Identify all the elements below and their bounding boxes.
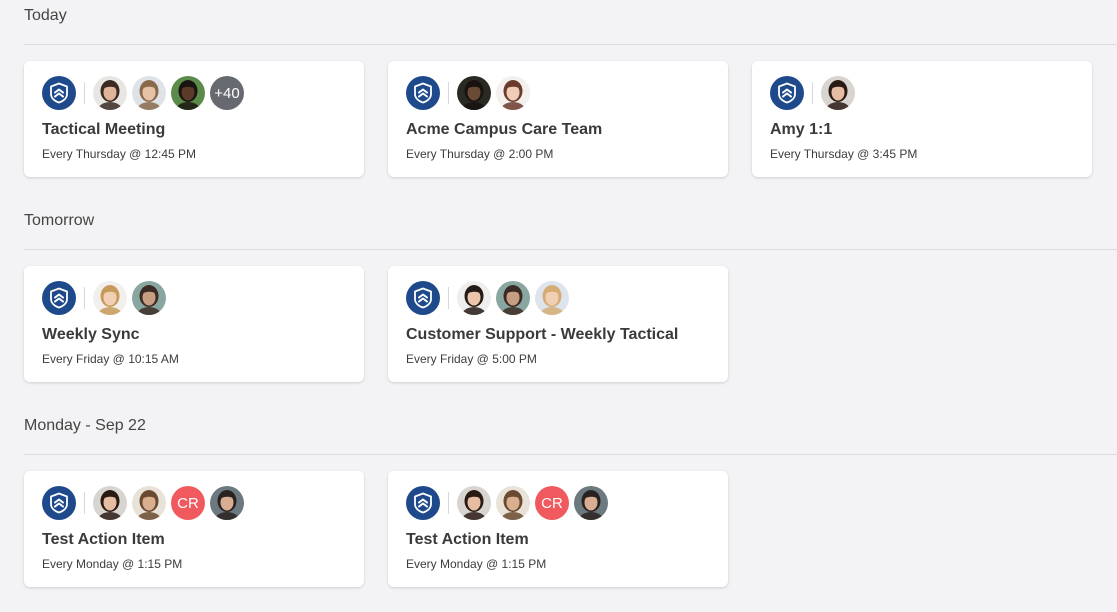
avatar[interactable] bbox=[210, 486, 244, 520]
separator bbox=[448, 492, 449, 514]
avatar[interactable] bbox=[93, 281, 127, 315]
team-logo-icon bbox=[42, 281, 76, 315]
meeting-card-header: CR bbox=[42, 486, 249, 520]
avatar[interactable] bbox=[457, 281, 491, 315]
attendee-avatars bbox=[457, 281, 574, 315]
team-logo-icon bbox=[42, 76, 76, 110]
team-logo-icon bbox=[42, 486, 76, 520]
shield-chevron-icon bbox=[50, 492, 68, 514]
attendee-avatars bbox=[821, 76, 860, 110]
separator bbox=[812, 82, 813, 104]
avatar[interactable] bbox=[496, 281, 530, 315]
meeting-card[interactable]: CR Test Action Item Every Monday @ 1:15 PM bbox=[24, 471, 364, 587]
meeting-schedule: Every Thursday @ 3:45 PM bbox=[770, 147, 918, 161]
attendee-avatars bbox=[93, 281, 171, 315]
separator bbox=[84, 287, 85, 309]
avatar[interactable] bbox=[821, 76, 855, 110]
meeting-title: Test Action Item bbox=[406, 531, 529, 548]
meeting-card[interactable]: +40 Tactical Meeting Every Thursday @ 12:4… bbox=[24, 61, 364, 177]
separator bbox=[448, 82, 449, 104]
shield-chevron-icon bbox=[414, 492, 432, 514]
meeting-schedule: Every Monday @ 1:15 PM bbox=[406, 557, 547, 571]
team-logo-icon bbox=[406, 281, 440, 315]
section-title: Monday - Sep 22 bbox=[24, 417, 146, 434]
meeting-title: Amy 1:1 bbox=[770, 121, 833, 138]
meeting-card-header: +40 bbox=[42, 76, 249, 110]
more-attendees-badge[interactable]: +40 bbox=[210, 76, 244, 110]
avatar[interactable] bbox=[496, 486, 530, 520]
team-logo-icon bbox=[406, 486, 440, 520]
avatar-initials[interactable]: CR bbox=[171, 486, 205, 520]
meeting-schedule: Every Monday @ 1:15 PM bbox=[42, 557, 183, 571]
avatar[interactable] bbox=[132, 281, 166, 315]
meeting-card[interactable]: Acme Campus Care Team Every Thursday @ 2:… bbox=[388, 61, 728, 177]
avatar[interactable] bbox=[93, 76, 127, 110]
meeting-schedule: Every Friday @ 10:15 AM bbox=[42, 352, 179, 366]
meeting-schedule: Every Friday @ 5:00 PM bbox=[406, 352, 537, 366]
attendee-avatars: CR bbox=[457, 486, 613, 520]
separator bbox=[84, 82, 85, 104]
section-divider bbox=[24, 454, 1117, 455]
meeting-card-header bbox=[406, 281, 574, 315]
shield-chevron-icon bbox=[50, 287, 68, 309]
section-title: Today bbox=[24, 7, 67, 24]
section-title: Tomorrow bbox=[24, 212, 95, 229]
meeting-title: Weekly Sync bbox=[42, 326, 140, 343]
avatar[interactable] bbox=[132, 486, 166, 520]
meeting-card[interactable]: Customer Support - Weekly Tactical Every … bbox=[388, 266, 728, 382]
meeting-card[interactable]: CR Test Action Item Every Monday @ 1:15 PM bbox=[388, 471, 728, 587]
meeting-card-header bbox=[42, 281, 171, 315]
team-logo-icon bbox=[406, 76, 440, 110]
avatar[interactable] bbox=[535, 281, 569, 315]
avatar[interactable] bbox=[132, 76, 166, 110]
attendee-avatars: CR bbox=[93, 486, 249, 520]
meeting-card[interactable]: Weekly Sync Every Friday @ 10:15 AM bbox=[24, 266, 364, 382]
section-divider bbox=[24, 44, 1117, 45]
meeting-card-header: CR bbox=[406, 486, 613, 520]
meeting-card[interactable]: Amy 1:1 Every Thursday @ 3:45 PM bbox=[752, 61, 1092, 177]
shield-chevron-icon bbox=[50, 82, 68, 104]
attendee-avatars bbox=[457, 76, 535, 110]
attendee-avatars: +40 bbox=[93, 76, 249, 110]
section-divider bbox=[24, 249, 1117, 250]
meeting-title: Acme Campus Care Team bbox=[406, 121, 603, 138]
avatar[interactable] bbox=[93, 486, 127, 520]
shield-chevron-icon bbox=[778, 82, 796, 104]
shield-chevron-icon bbox=[414, 287, 432, 309]
avatar[interactable] bbox=[574, 486, 608, 520]
separator bbox=[84, 492, 85, 514]
avatar[interactable] bbox=[457, 486, 491, 520]
meeting-card-header bbox=[770, 76, 860, 110]
meeting-schedule: Every Thursday @ 12:45 PM bbox=[42, 147, 197, 161]
avatar[interactable] bbox=[496, 76, 530, 110]
avatar[interactable] bbox=[457, 76, 491, 110]
meeting-title: Customer Support - Weekly Tactical bbox=[406, 326, 679, 343]
meeting-title: Tactical Meeting bbox=[42, 121, 166, 138]
separator bbox=[448, 287, 449, 309]
meeting-title: Test Action Item bbox=[42, 531, 165, 548]
shield-chevron-icon bbox=[414, 82, 432, 104]
avatar[interactable] bbox=[171, 76, 205, 110]
avatar-initials[interactable]: CR bbox=[535, 486, 569, 520]
meeting-schedule: Every Thursday @ 2:00 PM bbox=[406, 147, 554, 161]
meeting-card-header bbox=[406, 76, 535, 110]
team-logo-icon bbox=[770, 76, 804, 110]
